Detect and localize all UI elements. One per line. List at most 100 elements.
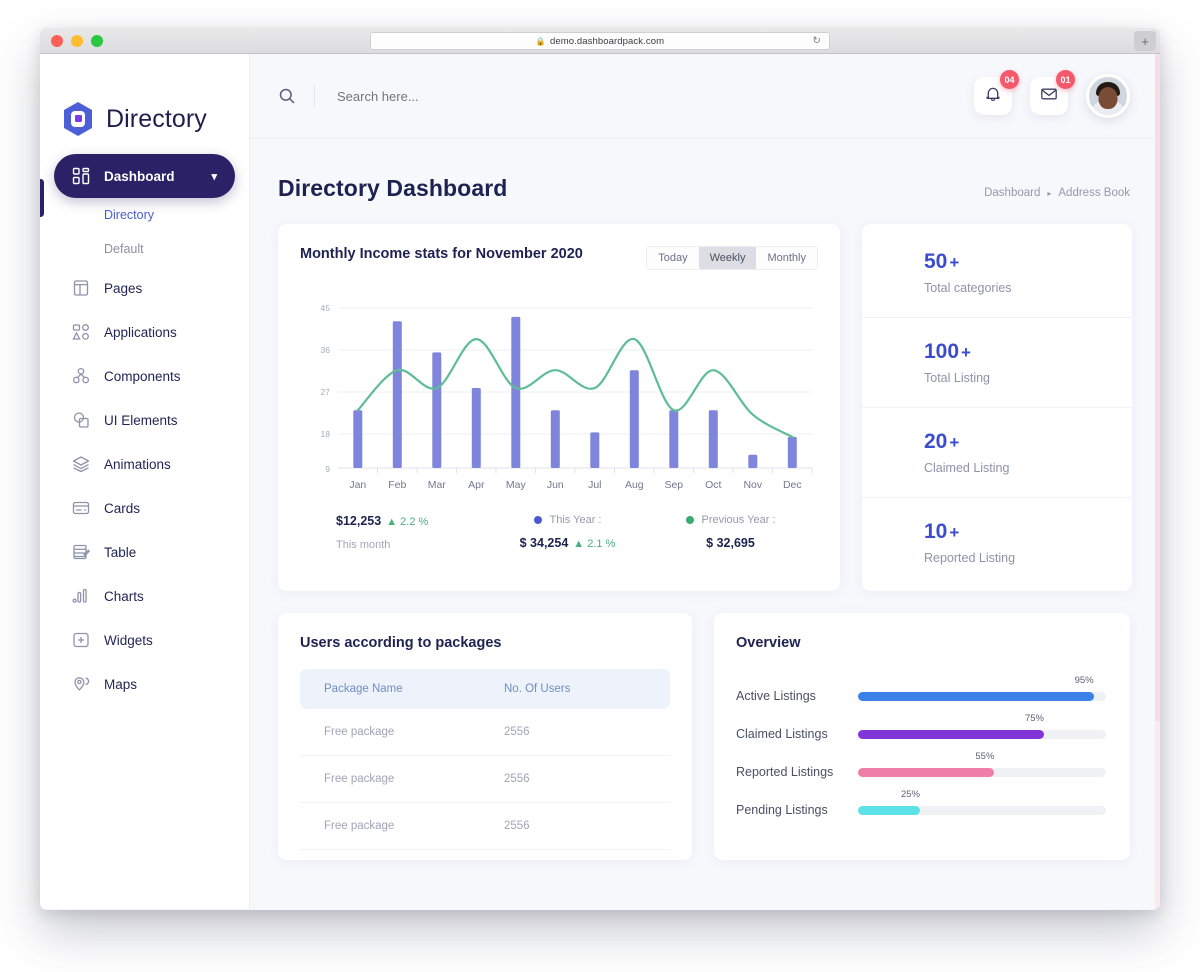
ytick-9: 9 — [325, 464, 330, 474]
sidebar-item-default[interactable]: Default — [54, 232, 235, 266]
chart-bar — [393, 321, 402, 468]
column-package-name: Package Name — [300, 669, 480, 709]
chart-x-label: Apr — [468, 479, 485, 491]
legend-dot-prev-year-icon — [686, 516, 694, 524]
brand[interactable]: Directory — [40, 54, 249, 154]
column-no-of-users: No. Of Users — [480, 669, 670, 709]
address-bar[interactable]: 🔒 demo.dashboardpack.com ↻ — [370, 32, 830, 50]
search-icon[interactable] — [278, 87, 296, 105]
stat-plus: + — [949, 523, 959, 542]
close-window-button[interactable] — [51, 35, 63, 47]
stat-value: 50 — [924, 250, 947, 273]
cell-package-name: Free package — [300, 756, 480, 803]
messages-button[interactable]: 01 — [1030, 77, 1068, 115]
notifications-button[interactable]: 04 — [974, 77, 1012, 115]
sidebar-item-applications[interactable]: Applications — [54, 310, 235, 354]
legend-prev-year-label: Previous Year : — [702, 514, 776, 526]
sidebar-item-label: Applications — [104, 325, 177, 340]
progress-percent-label: 55% — [975, 751, 994, 762]
messages-badge: 01 — [1056, 70, 1075, 89]
packages-table-head: Package Name No. Of Users — [300, 669, 670, 709]
overview-label: Claimed Listings — [736, 727, 858, 741]
sidebar-item-directory[interactable]: Directory — [54, 198, 235, 232]
range-today-button[interactable]: Today — [647, 247, 698, 269]
sidebar-item-animations[interactable]: Animations — [54, 442, 235, 486]
range-monthly-button[interactable]: Monthly — [756, 247, 817, 269]
sidebar-item-label: Dashboard — [104, 169, 175, 184]
window-controls[interactable] — [51, 35, 103, 47]
sidebar-nav: Dashboard ▾ Directory Default — [40, 154, 249, 706]
sidebar-item-ui-elements[interactable]: UI Elements — [54, 398, 235, 442]
chart-footer-prev-year: Previous Year : $ 32,695 — [649, 514, 812, 551]
components-icon — [72, 367, 90, 385]
sidebar-item-label: Charts — [104, 589, 144, 604]
page-scrollbar[interactable] — [1155, 54, 1160, 909]
chart-footer-month: $12,253▲ 2.2 % This month — [306, 514, 486, 551]
reload-icon[interactable]: ↻ — [813, 36, 821, 47]
sidebar-item-cards[interactable]: Cards — [54, 486, 235, 530]
search-input[interactable] — [337, 89, 637, 104]
sidebar-item-maps[interactable]: Maps — [54, 662, 235, 706]
range-weekly-button[interactable]: Weekly — [699, 247, 757, 269]
sidebar-item-components[interactable]: Components — [54, 354, 235, 398]
chart-x-label: Jul — [588, 479, 601, 491]
table-row[interactable]: Free package 2556 — [300, 709, 670, 756]
chart-bar — [590, 432, 599, 468]
chart-bar — [551, 410, 560, 468]
mail-icon — [1040, 85, 1058, 108]
app-viewport: Directory Dashboard ▾ — [40, 54, 1160, 909]
stat-label: Total Listing — [924, 371, 1132, 385]
overview-label: Active Listings — [736, 689, 858, 703]
avatar-face — [1099, 87, 1118, 109]
charts-icon — [72, 587, 90, 605]
sidebar-item-dashboard[interactable]: Dashboard ▾ — [54, 154, 235, 198]
sidebar-item-charts[interactable]: Charts — [54, 574, 235, 618]
directory-logo-icon — [62, 101, 94, 137]
stat-claimed-listing: 20+ Claimed Listing — [862, 408, 1132, 498]
packages-table: Package Name No. Of Users Free package 2… — [300, 669, 670, 850]
scrollbar-thumb[interactable] — [1155, 54, 1160, 721]
sidebar-item-pages[interactable]: Pages — [54, 266, 235, 310]
chart-gridlines — [338, 308, 812, 468]
month-income-value: $12,253 — [336, 514, 381, 528]
minimize-window-button[interactable] — [71, 35, 83, 47]
packages-header-row: Package Name No. Of Users — [300, 669, 670, 709]
chart-card-header: Monthly Income stats for November 2020 T… — [300, 246, 818, 270]
chart-x-label: Jan — [349, 479, 366, 491]
ytick-27: 27 — [321, 387, 331, 397]
sidebar-item-widgets[interactable]: Widgets — [54, 618, 235, 662]
maps-icon — [72, 675, 90, 693]
new-tab-button[interactable]: + — [1134, 31, 1156, 51]
sidebar-item-label: Table — [104, 545, 136, 560]
cards-icon — [72, 499, 90, 517]
chart-bar — [788, 437, 797, 468]
sidebar-item-table[interactable]: Table — [54, 530, 235, 574]
chart-x-label: Dec — [783, 479, 802, 491]
table-row[interactable]: Free package 2556 — [300, 756, 670, 803]
range-toggle-group[interactable]: Today Weekly Monthly — [646, 246, 818, 270]
chart-bar — [709, 410, 718, 468]
chart-plot: 45 36 27 18 9 JanFebMarAprMayJunJulAugSe… — [300, 298, 818, 498]
maximize-window-button[interactable] — [91, 35, 103, 47]
progress-fill — [858, 806, 920, 815]
overview-row-active-listings: Active Listings 95% — [736, 677, 1106, 715]
overview-card: Overview Active Listings 95% — [714, 613, 1130, 860]
breadcrumb-separator-icon: ▸ — [1047, 189, 1051, 198]
cell-users: 2556 — [480, 709, 670, 756]
packages-title: Users according to packages — [300, 635, 670, 651]
animations-icon — [72, 455, 90, 473]
chart-bar — [669, 410, 678, 468]
avatar[interactable] — [1086, 74, 1130, 118]
overview-progress-wrap: 55% — [858, 768, 1106, 777]
table-row[interactable]: Free package 2556 — [300, 803, 670, 850]
top-row: Monthly Income stats for November 2020 T… — [278, 224, 1130, 591]
chart-bar — [511, 317, 520, 468]
ytick-45: 45 — [321, 303, 331, 313]
sidebar-item-label: Cards — [104, 501, 140, 516]
breadcrumb-parent[interactable]: Dashboard — [984, 187, 1040, 199]
overview-progress-wrap: 75% — [858, 730, 1106, 739]
overview-progress-wrap: 95% — [858, 692, 1106, 701]
prev-year-value: $ 32,695 — [649, 536, 812, 550]
stat-value: 10 — [924, 520, 947, 543]
legend-this-year: This Year : — [486, 514, 649, 526]
